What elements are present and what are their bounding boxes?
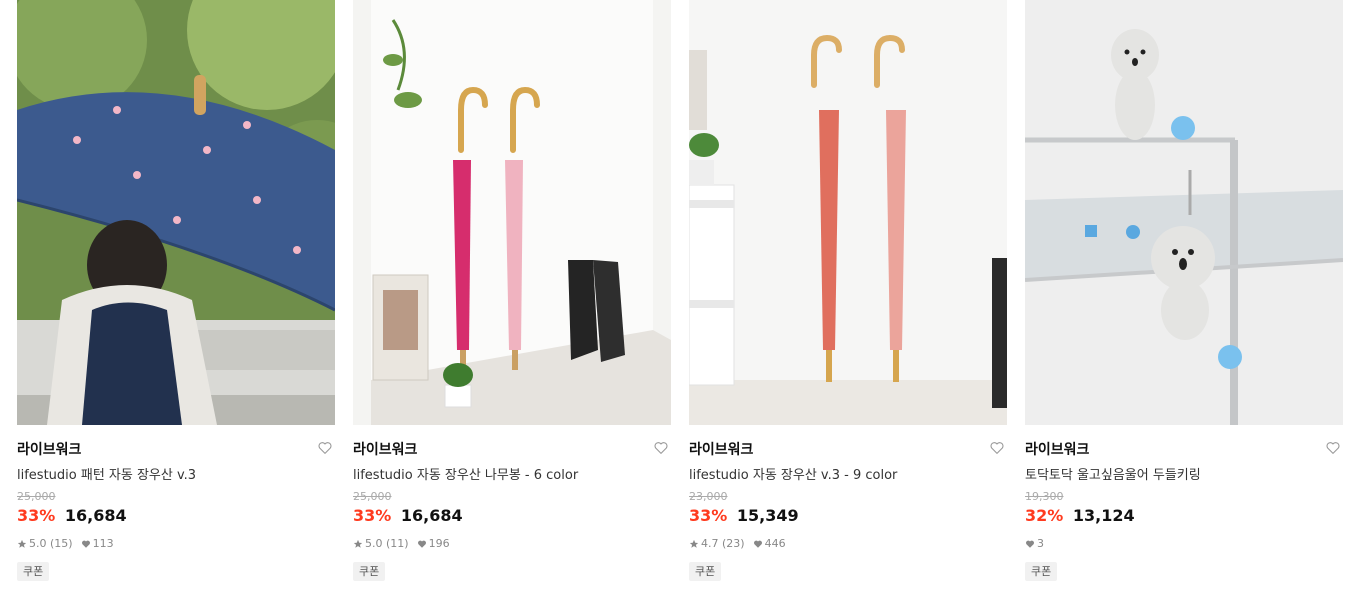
sale-price: 13,124 [1072, 506, 1135, 525]
star-icon [17, 539, 27, 548]
likes: 446 [753, 537, 786, 550]
coupon-badge: 쿠폰 [17, 562, 50, 581]
price-row: 32% 13,124 [1025, 506, 1135, 525]
brand-name[interactable]: 라이브워크 [17, 439, 81, 459]
original-price: 25,000 [17, 490, 56, 503]
rating: 4.7 (23) [689, 537, 745, 550]
product-card[interactable]: 라이브워크 lifestudio 패턴 자동 장우산 v.3 25,000 33… [17, 0, 335, 590]
original-price: 19,300 [1025, 490, 1064, 503]
product-image[interactable] [353, 0, 671, 425]
product-image[interactable] [689, 0, 1007, 425]
review-count: (23) [722, 537, 745, 550]
product-title[interactable]: lifestudio 자동 장우산 v.3 - 9 color [689, 464, 897, 483]
rating: 5.0 (11) [353, 537, 409, 550]
product-title[interactable]: 토닥토닥 울고싶음울어 두들키링 [1025, 464, 1201, 483]
price-row: 33% 15,349 [689, 506, 799, 525]
likes: 3 [1025, 537, 1044, 550]
star-icon [689, 539, 699, 548]
review-count: (15) [50, 537, 73, 550]
like-count: 446 [764, 537, 786, 550]
product-title[interactable]: lifestudio 패턴 자동 장우산 v.3 [17, 464, 196, 483]
discount-rate: 33% [17, 506, 56, 525]
heart-filled-icon [1025, 540, 1035, 548]
rating-value: 5.0 [29, 537, 47, 550]
rating-value: 4.7 [701, 537, 719, 550]
like-count: 3 [1037, 537, 1044, 550]
likes: 113 [81, 537, 114, 550]
coupon-badge: 쿠폰 [1025, 562, 1058, 581]
product-image[interactable] [1025, 0, 1343, 425]
discount-rate: 33% [689, 506, 728, 525]
price-row: 33% 16,684 [353, 506, 463, 525]
likes: 196 [417, 537, 450, 550]
rating: 5.0 (15) [17, 537, 73, 550]
like-count: 113 [92, 537, 114, 550]
sale-price: 16,684 [400, 506, 463, 525]
product-image-crying-doll-keyring [1025, 0, 1343, 425]
rating-value: 5.0 [365, 537, 383, 550]
brand-name[interactable]: 라이브워크 [353, 439, 417, 459]
sale-price: 15,349 [736, 506, 799, 525]
original-price: 25,000 [353, 490, 392, 503]
like-count: 196 [428, 537, 450, 550]
discount-rate: 33% [353, 506, 392, 525]
heart-filled-icon [753, 540, 762, 548]
product-card[interactable]: 라이브워크 토닥토닥 울고싶음울어 두들키링 19,300 32% 13,124… [1025, 0, 1343, 590]
product-card[interactable]: 라이브워크 lifestudio 자동 장우산 나무봉 - 6 color 25… [353, 0, 671, 590]
wishlist-heart-icon[interactable] [653, 440, 669, 456]
star-icon [353, 539, 363, 548]
product-image-patterned-umbrella [17, 0, 335, 425]
brand-name[interactable]: 라이브워크 [689, 439, 753, 459]
product-stats: 4.7 (23) 446 [689, 537, 794, 550]
wishlist-heart-icon[interactable] [989, 440, 1005, 456]
price-row: 33% 16,684 [17, 506, 127, 525]
wishlist-heart-icon[interactable] [317, 440, 333, 456]
heart-filled-icon [417, 540, 426, 548]
sale-price: 16,684 [64, 506, 127, 525]
product-card[interactable]: 라이브워크 lifestudio 자동 장우산 v.3 - 9 color 23… [689, 0, 1007, 590]
wishlist-heart-icon[interactable] [1325, 440, 1341, 456]
review-count: (11) [386, 537, 409, 550]
product-image-automatic-long-umbrellas [689, 0, 1007, 425]
coupon-badge: 쿠폰 [689, 562, 722, 581]
product-image-wooden-handle-umbrellas [353, 0, 671, 425]
original-price: 23,000 [689, 490, 728, 503]
product-stats: 5.0 (11) 196 [353, 537, 458, 550]
brand-name[interactable]: 라이브워크 [1025, 439, 1089, 459]
coupon-badge: 쿠폰 [353, 562, 386, 581]
heart-filled-icon [81, 540, 90, 548]
product-title[interactable]: lifestudio 자동 장우산 나무봉 - 6 color [353, 464, 578, 483]
product-image[interactable] [17, 0, 335, 425]
product-grid: 라이브워크 lifestudio 패턴 자동 장우산 v.3 25,000 33… [0, 0, 1347, 590]
product-stats: 3 [1025, 537, 1052, 550]
discount-rate: 32% [1025, 506, 1064, 525]
product-stats: 5.0 (15) 113 [17, 537, 122, 550]
